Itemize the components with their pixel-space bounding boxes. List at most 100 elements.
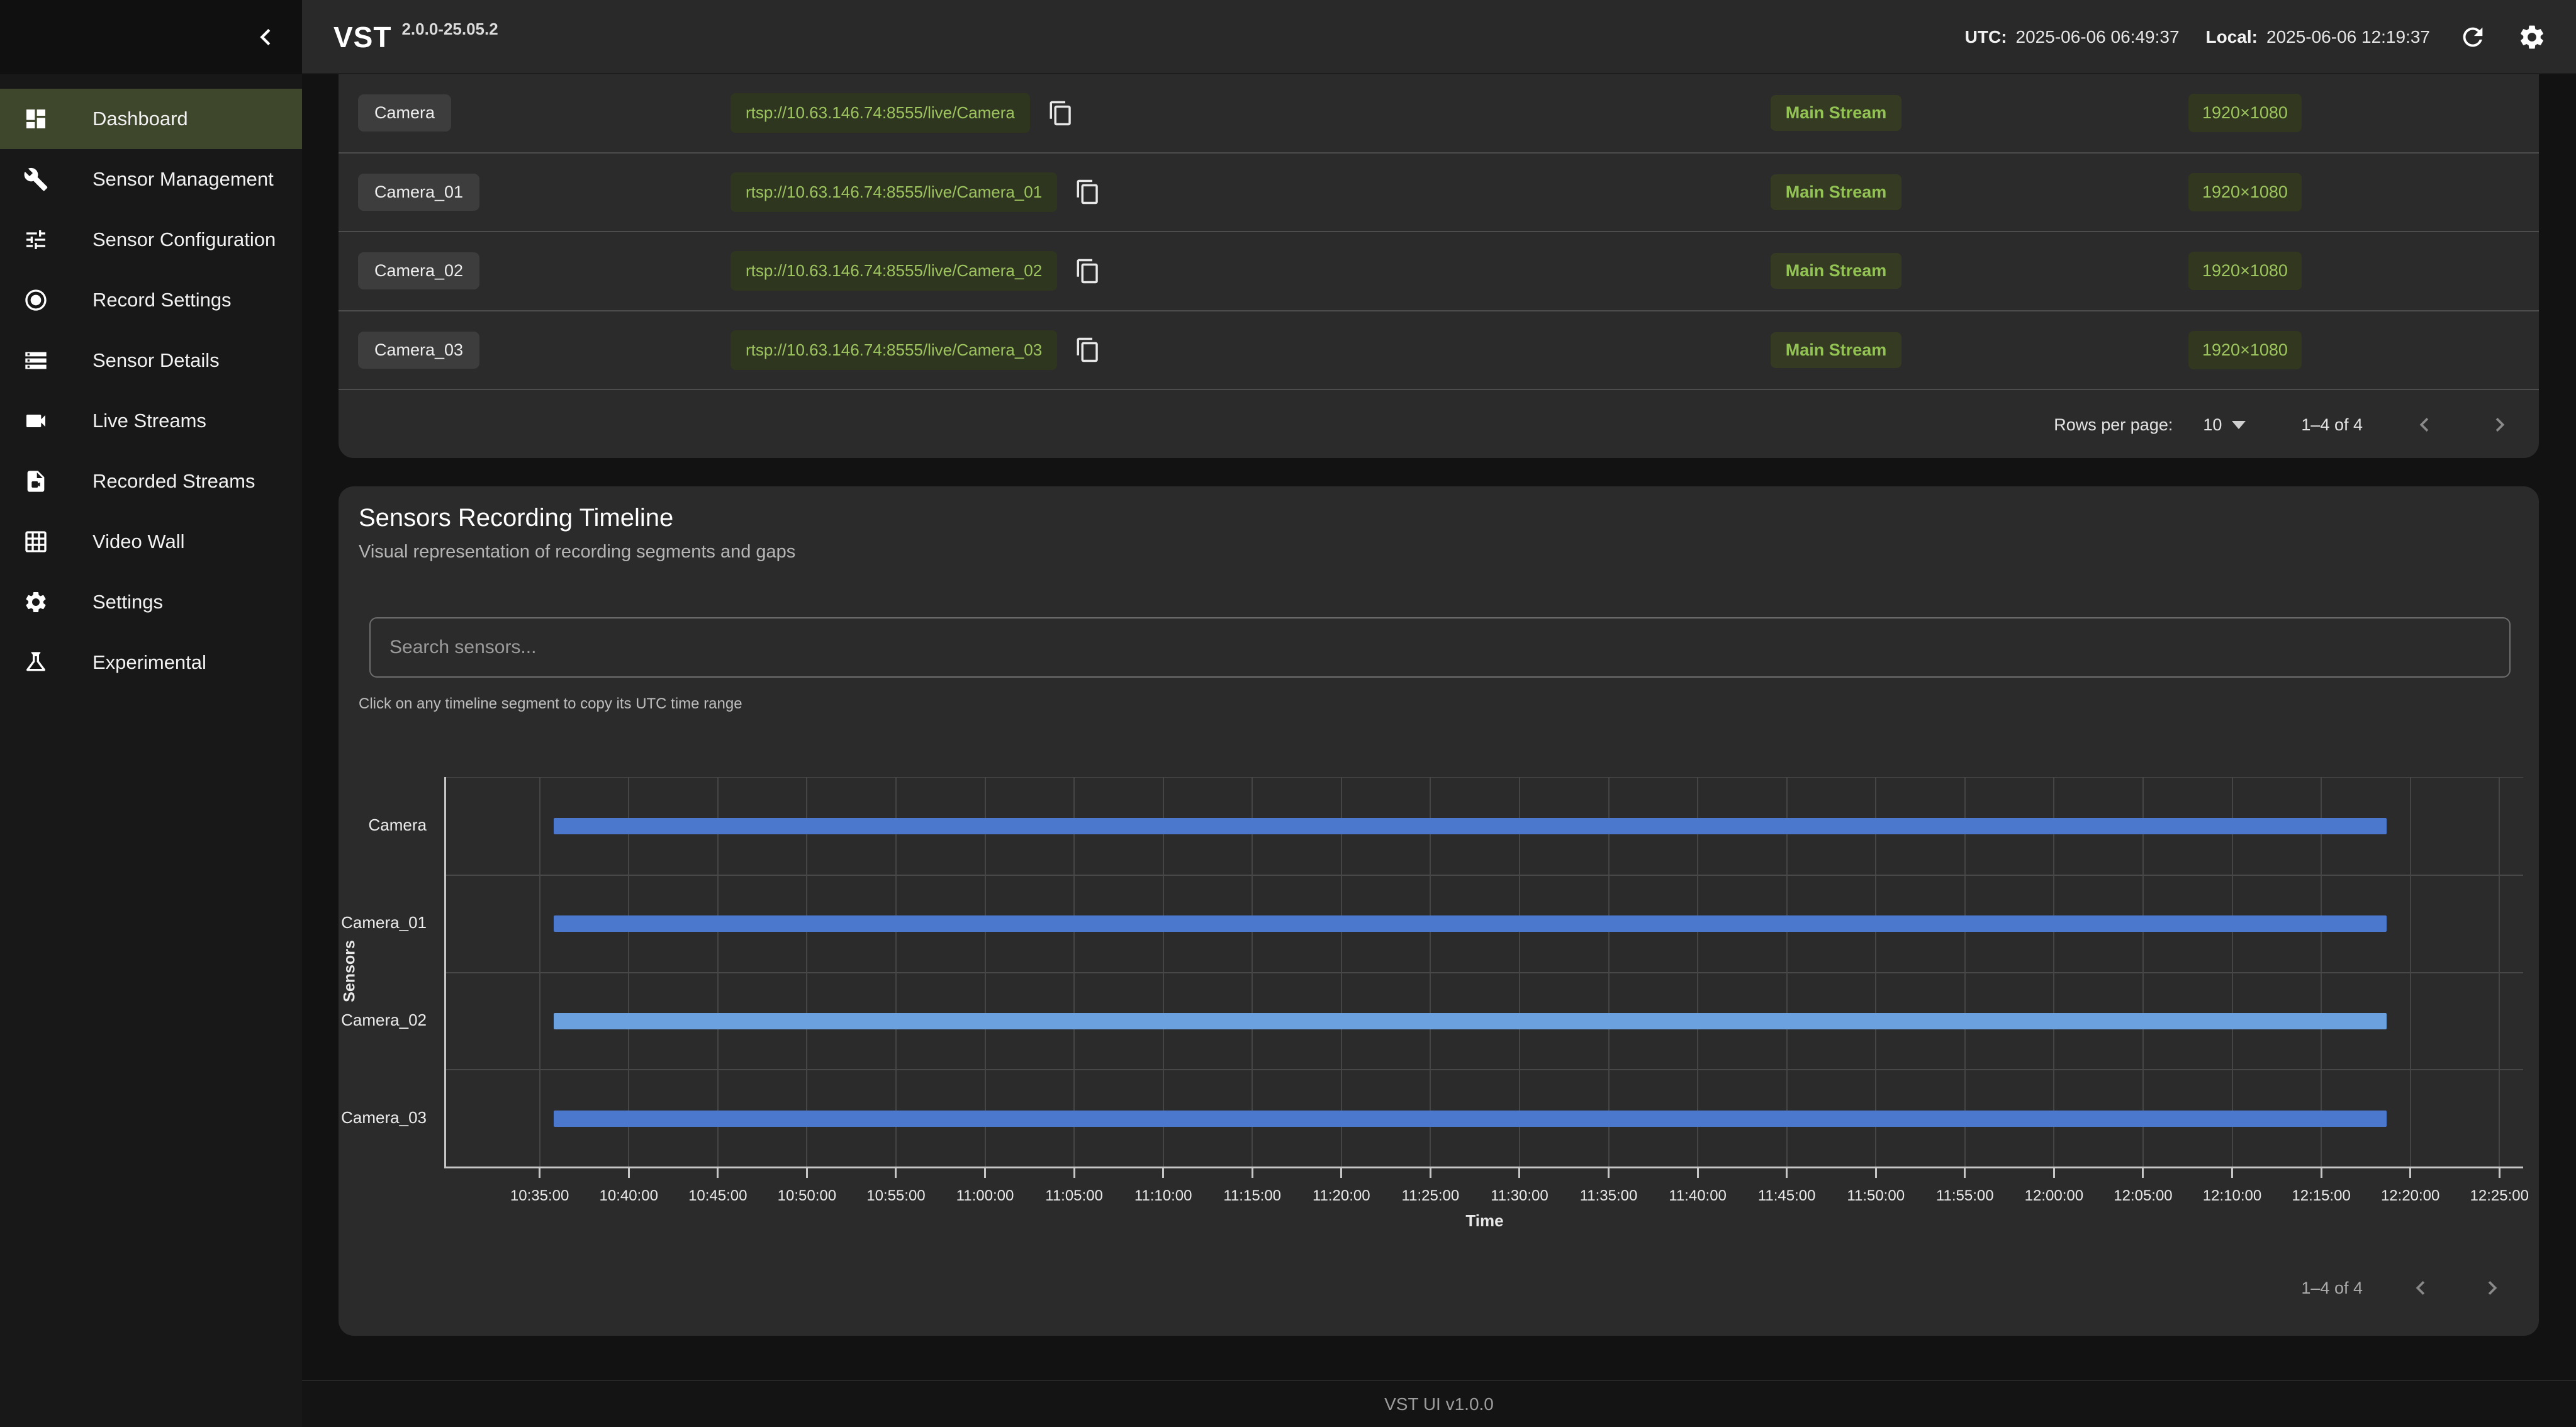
- footer-version: VST UI v1.0.0: [1384, 1394, 1494, 1414]
- sidebar-item-experimental[interactable]: Experimental: [0, 632, 302, 693]
- stream-type-badge: Main Stream: [1771, 332, 1902, 368]
- rtsp-url-chip[interactable]: rtsp://10.63.146.74:8555/live/Camera: [731, 93, 1030, 133]
- x-tick-label: 12:20:00: [2360, 1187, 2461, 1205]
- section-title: Sensors Recording Timeline: [359, 504, 673, 532]
- section-subtitle: Visual representation of recording segme…: [359, 542, 795, 562]
- sidebar-item-sensor-details[interactable]: Sensor Details: [0, 330, 302, 391]
- x-tick-mark: [806, 1168, 808, 1178]
- x-tick-label: 10:35:00: [490, 1187, 590, 1205]
- streams-table-card: Camera rtsp://10.63.146.74:8555/live/Cam…: [339, 74, 2539, 458]
- copy-url-button[interactable]: [1075, 258, 1101, 284]
- flask-icon: [23, 650, 48, 675]
- sidebar-item-live-streams[interactable]: Live Streams: [0, 391, 302, 451]
- resolution-chip: 1920×1080: [2188, 252, 2302, 290]
- x-tick-mark: [1073, 1168, 1075, 1178]
- camera-name-chip: Camera_01: [358, 174, 479, 211]
- x-tick-label: 11:25:00: [1380, 1187, 1481, 1205]
- header-right: UTC: 2025-06-06 06:49:37 Local: 2025-06-…: [1965, 0, 2548, 74]
- sidebar-item-record-settings[interactable]: Record Settings: [0, 270, 302, 330]
- x-tick-label: 12:25:00: [2449, 1187, 2550, 1205]
- camera-name-chip: Camera: [358, 94, 451, 132]
- wrench-icon: [23, 167, 48, 192]
- copy-icon: [1075, 258, 1101, 284]
- x-tick-label: 12:05:00: [2093, 1187, 2193, 1205]
- app-footer: VST UI v1.0.0: [302, 1380, 2576, 1427]
- x-tick-mark: [2499, 1168, 2500, 1178]
- rows-per-page-label: Rows per page:: [2054, 415, 2173, 435]
- gear-icon: [2517, 23, 2546, 52]
- x-tick-label: 12:00:00: [2003, 1187, 2104, 1205]
- x-tick-mark: [1518, 1168, 1520, 1178]
- next-page-button[interactable]: [2478, 1274, 2506, 1302]
- x-tick-mark: [1340, 1168, 1342, 1178]
- recording-segment-bar[interactable]: [554, 818, 2387, 834]
- sidebar-item-sensor-configuration[interactable]: Sensor Configuration: [0, 210, 302, 270]
- chevron-left-icon: [2407, 1274, 2434, 1302]
- table-row: Camera_01 rtsp://10.63.146.74:8555/live/…: [339, 154, 2539, 233]
- row-separator: [446, 1069, 2523, 1070]
- sidebar-item-sensor-management[interactable]: Sensor Management: [0, 149, 302, 210]
- sidebar-item-video-wall[interactable]: Video Wall: [0, 512, 302, 572]
- copy-url-button[interactable]: [1075, 179, 1101, 205]
- copy-url-button[interactable]: [1048, 100, 1074, 126]
- x-tick-mark: [984, 1168, 986, 1178]
- main-content: Camera rtsp://10.63.146.74:8555/live/Cam…: [302, 74, 2576, 1427]
- sidebar-item-recorded-streams[interactable]: Recorded Streams: [0, 451, 302, 512]
- settings-button[interactable]: [2516, 21, 2548, 53]
- rows-per-page-select[interactable]: 10: [2203, 415, 2246, 435]
- sidebar-nav: Dashboard Sensor Management Sensor Confi…: [0, 74, 302, 1427]
- sidebar-item-settings[interactable]: Settings: [0, 572, 302, 632]
- chevron-right-icon: [2478, 1274, 2506, 1302]
- x-tick-label: 12:10:00: [2182, 1187, 2283, 1205]
- x-tick-label: 11:05:00: [1024, 1187, 1124, 1205]
- recording-segment-bar[interactable]: [554, 1111, 2387, 1127]
- x-tick-label: 11:10:00: [1113, 1187, 1214, 1205]
- recording-timeline-card: Sensors Recording Timeline Visual repres…: [339, 486, 2539, 1336]
- table-row: Camera_03 rtsp://10.63.146.74:8555/live/…: [339, 311, 2539, 391]
- app-header: VST 2.0.0-25.05.2 UTC: 2025-06-06 06:49:…: [0, 0, 2576, 74]
- next-page-button[interactable]: [2486, 411, 2514, 439]
- app-name: VST: [333, 20, 391, 54]
- rtsp-url-chip[interactable]: rtsp://10.63.146.74:8555/live/Camera_03: [731, 330, 1057, 370]
- x-tick-label: 11:15:00: [1202, 1187, 1302, 1205]
- x-tick-mark: [2231, 1168, 2233, 1178]
- pagination-range: 1–4 of 4: [2301, 415, 2363, 435]
- x-tick-mark: [895, 1168, 897, 1178]
- x-tick-mark: [2409, 1168, 2411, 1178]
- x-tick-label: 11:30:00: [1469, 1187, 1570, 1205]
- camera-name-chip: Camera_03: [358, 332, 479, 369]
- x-tick-label: 12:15:00: [2271, 1187, 2372, 1205]
- recording-segment-bar[interactable]: [554, 915, 2387, 932]
- dashboard-icon: [23, 106, 48, 132]
- y-tick-label: Camera: [339, 815, 427, 835]
- table-pagination: Rows per page: 10 1–4 of 4: [2054, 391, 2539, 458]
- x-tick-mark: [1964, 1168, 1966, 1178]
- rtsp-url-chip[interactable]: rtsp://10.63.146.74:8555/live/Camera_02: [731, 251, 1057, 291]
- sidebar-item-label: Sensor Management: [92, 168, 274, 191]
- x-tick-mark: [539, 1168, 540, 1178]
- timeline-pagination: 1–4 of 4: [2301, 1274, 2506, 1302]
- refresh-icon: [2458, 23, 2487, 52]
- sidebar-item-dashboard[interactable]: Dashboard: [0, 89, 302, 149]
- x-tick-mark: [2142, 1168, 2144, 1178]
- refresh-button[interactable]: [2456, 21, 2489, 53]
- y-tick-label: Camera_03: [339, 1108, 427, 1128]
- x-tick-mark: [717, 1168, 719, 1178]
- x-tick-mark: [1786, 1168, 1788, 1178]
- table-row: Camera rtsp://10.63.146.74:8555/live/Cam…: [339, 74, 2539, 154]
- gear-icon: [23, 590, 48, 615]
- rtsp-url-chip[interactable]: rtsp://10.63.146.74:8555/live/Camera_01: [731, 172, 1057, 212]
- rows-per-page-value: 10: [2203, 415, 2222, 435]
- stream-type-badge: Main Stream: [1771, 174, 1902, 210]
- previous-page-button[interactable]: [2411, 411, 2438, 439]
- copy-url-button[interactable]: [1075, 337, 1101, 363]
- previous-page-button[interactable]: [2407, 1274, 2434, 1302]
- x-tick-label: 11:45:00: [1737, 1187, 1837, 1205]
- search-sensors-input[interactable]: [369, 617, 2511, 678]
- app-version: 2.0.0-25.05.2: [401, 20, 498, 39]
- row-separator: [446, 875, 2523, 876]
- app-title: VST 2.0.0-25.05.2: [333, 0, 498, 74]
- utc-label: UTC:: [1965, 27, 2007, 47]
- sidebar-collapse-button[interactable]: [248, 20, 283, 55]
- recording-segment-bar[interactable]: [554, 1013, 2387, 1029]
